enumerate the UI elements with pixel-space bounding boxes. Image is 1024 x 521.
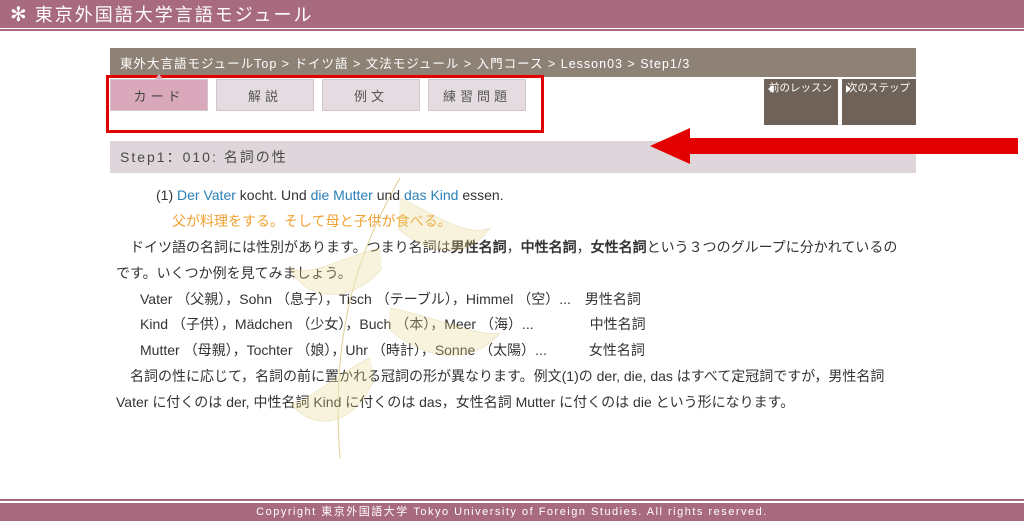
- prev-lesson-button[interactable]: 前のレッスン: [764, 79, 838, 125]
- tab-card[interactable]: カード: [110, 79, 208, 111]
- ex-p4: das Kind: [404, 187, 458, 203]
- tab-row: カード 解説 例文 練習問題 前のレッスン 次のステップ: [110, 79, 916, 125]
- example-translation: 父が料理をする。そして母と子供が食べる。: [172, 209, 910, 235]
- ex-p3: und: [373, 187, 404, 203]
- intro-paragraph: ドイツ語の名詞には性別があります。つまり名詞は男性名詞，中性名詞，女性名詞という…: [116, 235, 910, 287]
- next-label: 次のステップ: [847, 82, 910, 94]
- app-header: ✻ 東京外国語大学言語モジュール: [0, 0, 1024, 28]
- noun-row-masculine: Vater （父親），Sohn （息子），Tisch （テーブル），Himmel…: [140, 287, 910, 313]
- next-step-button[interactable]: 次のステップ: [842, 79, 916, 125]
- noun-row-feminine: Mutter （母親），Tochter （娘），Uhr （時計），Sonne （…: [140, 338, 910, 364]
- logo-asterisk-icon: ✻: [10, 2, 29, 27]
- ex-p1: kocht. Und: [236, 187, 311, 203]
- example-sentence: (1) Der Vater kocht. Und die Mutter und …: [156, 183, 910, 209]
- footer: Copyright 東京外国語大学 Tokyo University of Fo…: [0, 503, 1024, 521]
- lesson-body: (1) Der Vater kocht. Und die Mutter und …: [110, 183, 916, 416]
- app-title: 東京外国語大学言語モジュール: [35, 1, 314, 27]
- tab-exercises[interactable]: 練習問題: [428, 79, 526, 111]
- breadcrumb[interactable]: 東外大言語モジュールTop > ドイツ語 > 文法モジュール > 入門コース >…: [110, 48, 916, 77]
- tab-examples[interactable]: 例文: [322, 79, 420, 111]
- main-content: 東外大言語モジュールTop > ドイツ語 > 文法モジュール > 入門コース >…: [110, 48, 916, 491]
- noun-row-neuter: Kind （子供），Mädchen （少女），Buch （本），Meer （海）…: [140, 312, 910, 338]
- ex-p2: die Mutter: [311, 187, 373, 203]
- prev-label: 前のレッスン: [769, 82, 832, 94]
- example-number: (1): [156, 187, 173, 203]
- tab-explanation[interactable]: 解説: [216, 79, 314, 111]
- explanation-paragraph: 名詞の性に応じて，名詞の前に置かれる冠詞の形が異なります。例文(1)の der,…: [116, 364, 910, 416]
- ex-p0: Der Vater: [177, 187, 236, 203]
- step-title: Step1：010: 名詞の性: [110, 141, 916, 173]
- ex-p5: essen.: [458, 187, 503, 203]
